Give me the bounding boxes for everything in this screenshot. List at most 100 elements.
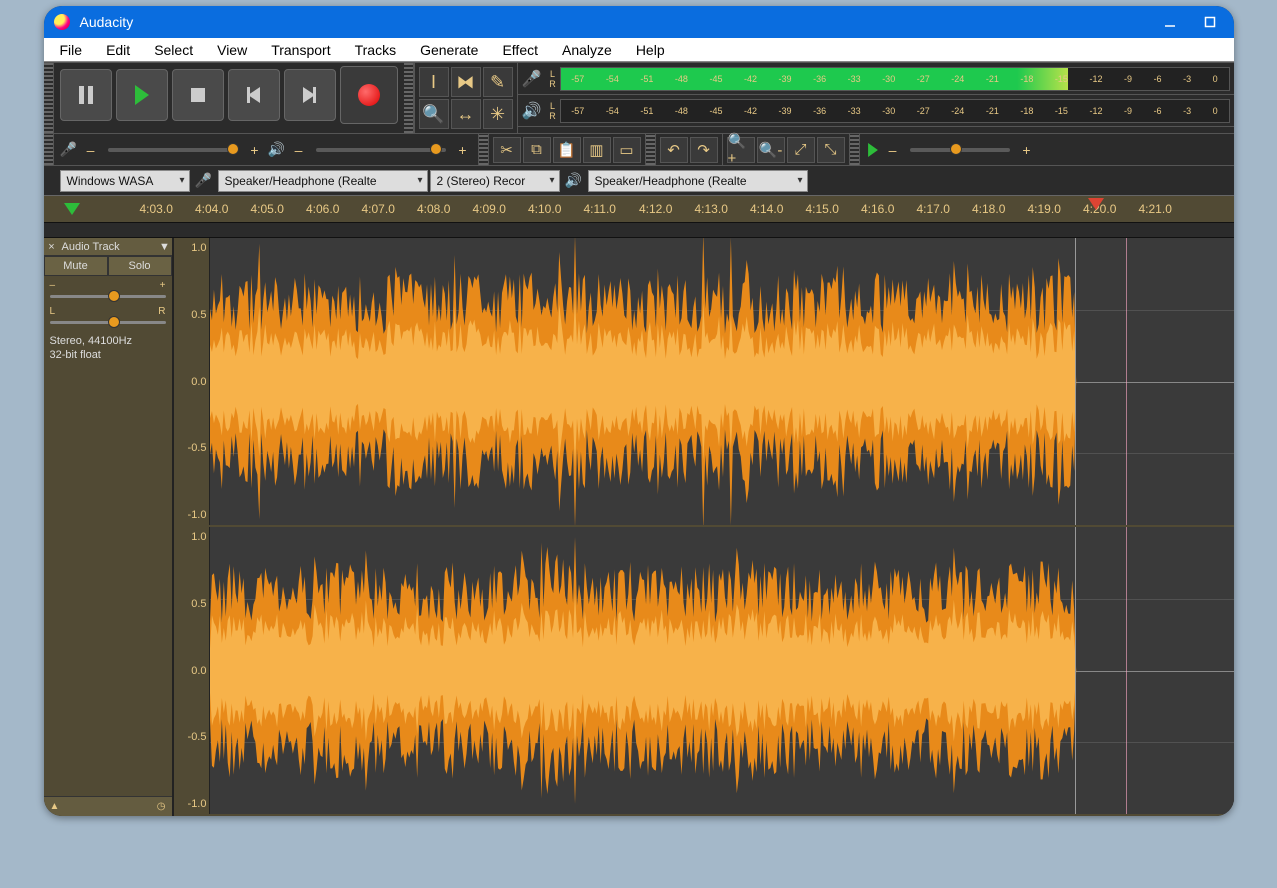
tracks-area: × Audio Track ▼ Mute Solo – + L R Stereo, …: [44, 237, 1234, 816]
speaker-icon: 🔊: [268, 141, 286, 158]
play-button[interactable]: [116, 69, 168, 121]
track-gap: [44, 223, 1234, 237]
toolbar-grip[interactable]: [479, 134, 489, 165]
menu-edit[interactable]: Edit: [96, 40, 140, 60]
track-close-button[interactable]: ×: [44, 241, 60, 253]
waveform-viewport: 1.00.50.0-0.5-1.0 1.00.50.0-0.5-1.0: [174, 238, 1234, 816]
amplitude-scale: 1.00.50.0-0.5-1.0: [174, 238, 210, 525]
meter-lr-label: LR: [546, 69, 560, 89]
gain-plus-label: +: [160, 280, 166, 291]
audio-host-select[interactable]: Windows WASA: [60, 170, 190, 192]
fit-project-button[interactable]: ⤡: [817, 137, 845, 163]
slider-plus-label: +: [246, 142, 264, 158]
skip-start-button[interactable]: [228, 69, 280, 121]
minimize-button[interactable]: [1164, 16, 1176, 28]
track-clock-icon[interactable]: ◷: [157, 801, 166, 812]
pause-button[interactable]: [60, 69, 112, 121]
draw-tool[interactable]: ✎: [483, 67, 513, 97]
speaker-icon: 🔊: [562, 172, 586, 189]
cut-button[interactable]: ✂: [493, 137, 521, 163]
toolbar-grip[interactable]: [404, 63, 414, 133]
zoom-tool[interactable]: 🔍: [419, 99, 449, 129]
slider-plus-label: +: [1018, 142, 1036, 158]
playback-device-select[interactable]: Speaker/Headphone (Realte: [588, 170, 808, 192]
paste-button[interactable]: 📋: [553, 137, 581, 163]
multi-tool[interactable]: ✳: [483, 99, 513, 129]
toolbar-grip[interactable]: [44, 63, 54, 133]
speaker-icon: 🔊: [518, 101, 546, 121]
track-control-panel: × Audio Track ▼ Mute Solo – + L R Stereo, …: [44, 238, 174, 816]
meters-panel: 🎤 LR -57-54-51-48-45-42-39-36-33-30-27-2…: [517, 63, 1234, 133]
microphone-icon: 🎤: [518, 69, 546, 89]
app-window: Audacity File Edit Select View Transport…: [44, 6, 1234, 816]
redo-button[interactable]: ↷: [690, 137, 718, 163]
app-title: Audacity: [80, 14, 1164, 30]
waveform-channel-left[interactable]: [210, 238, 1234, 525]
envelope-tool[interactable]: ⧓: [451, 67, 481, 97]
solo-button[interactable]: Solo: [108, 256, 172, 276]
playback-volume-slider[interactable]: [316, 148, 446, 152]
menu-bar: File Edit Select View Transport Tracks G…: [44, 38, 1234, 62]
menu-select[interactable]: Select: [144, 40, 203, 60]
playback-speed-slider[interactable]: [910, 148, 1010, 152]
record-button[interactable]: [340, 66, 398, 124]
pause-icon: [79, 86, 93, 104]
toolbar-grip[interactable]: [850, 134, 860, 165]
copy-button[interactable]: ⧉: [523, 137, 551, 163]
track-format-label: Stereo, 44100Hz: [50, 334, 166, 348]
menu-generate[interactable]: Generate: [410, 40, 488, 60]
recording-meter[interactable]: 🎤 LR -57-54-51-48-45-42-39-36-33-30-27-2…: [518, 63, 1234, 95]
recording-volume-slider[interactable]: [108, 148, 238, 152]
tools-palette: I ⧓ ✎ 🔍 ↔ ✳: [414, 63, 517, 133]
microphone-icon: 🎤: [60, 141, 78, 158]
play-at-speed-button[interactable]: [868, 143, 878, 157]
pan-r-label: R: [158, 306, 165, 317]
zoom-out-button[interactable]: 🔍-: [757, 137, 785, 163]
playhead-current-icon[interactable]: [1088, 198, 1104, 210]
timeline-ruler[interactable]: 4:03.04:04.04:05.04:06.04:07.04:08.04:09…: [44, 195, 1234, 223]
undo-button[interactable]: ↶: [660, 137, 688, 163]
title-bar: Audacity: [44, 6, 1234, 38]
stop-icon: [191, 88, 205, 102]
gain-minus-label: –: [50, 280, 56, 291]
waveform-channel-right[interactable]: [210, 527, 1234, 814]
menu-view[interactable]: View: [207, 40, 257, 60]
mute-button[interactable]: Mute: [44, 256, 108, 276]
skip-end-icon: [303, 87, 316, 103]
recording-channels-select[interactable]: 2 (Stereo) Recor: [430, 170, 560, 192]
menu-effect[interactable]: Effect: [492, 40, 548, 60]
track-menu-button[interactable]: ▼: [158, 241, 172, 253]
slider-plus-label: +: [454, 142, 472, 158]
selection-tool[interactable]: I: [419, 67, 449, 97]
maximize-button[interactable]: [1204, 16, 1216, 28]
silence-button[interactable]: ▭: [613, 137, 641, 163]
device-toolbar: Windows WASA 🎤 Speaker/Headphone (Realte…: [44, 165, 1234, 195]
playhead-start-icon[interactable]: [64, 203, 80, 215]
track-name[interactable]: Audio Track: [60, 241, 158, 253]
stop-button[interactable]: [172, 69, 224, 121]
toolbar-grip[interactable]: [44, 134, 54, 165]
play-icon: [135, 85, 149, 105]
skip-end-button[interactable]: [284, 69, 336, 121]
menu-analyze[interactable]: Analyze: [552, 40, 622, 60]
menu-file[interactable]: File: [50, 40, 93, 60]
zoom-in-button[interactable]: 🔍+: [727, 137, 755, 163]
track-pan-slider[interactable]: [50, 321, 166, 324]
track-bitdepth-label: 32-bit float: [50, 348, 166, 362]
fit-selection-button[interactable]: ⤢: [787, 137, 815, 163]
trim-button[interactable]: ▥: [583, 137, 611, 163]
recording-device-select[interactable]: Speaker/Headphone (Realte: [218, 170, 428, 192]
menu-transport[interactable]: Transport: [261, 40, 340, 60]
amplitude-scale: 1.00.50.0-0.5-1.0: [174, 527, 210, 814]
pan-l-label: L: [50, 306, 56, 317]
toolbar-grip[interactable]: [646, 134, 656, 165]
menu-tracks[interactable]: Tracks: [345, 40, 406, 60]
track-collapse-button[interactable]: ▲: [50, 801, 60, 812]
track-gain-slider[interactable]: [50, 295, 166, 298]
menu-help[interactable]: Help: [626, 40, 675, 60]
slider-minus-label: –: [82, 142, 100, 158]
transport-toolbar: [54, 63, 404, 133]
timeshift-tool[interactable]: ↔: [451, 99, 481, 129]
record-icon: [358, 84, 380, 106]
playback-meter[interactable]: 🔊 LR -57-54-51-48-45-42-39-36-33-30-27-2…: [518, 95, 1234, 127]
